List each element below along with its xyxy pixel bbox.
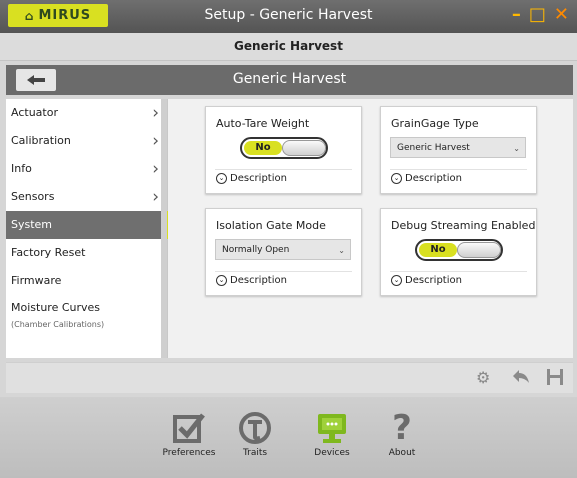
sidebar-item-sensors[interactable]: Sensors › [6, 183, 161, 211]
chevron-right-icon: › [152, 187, 159, 207]
sidebar-item-factory-reset[interactable]: Factory Reset [6, 239, 161, 267]
card-title: Debug Streaming Enabled [391, 219, 536, 232]
sidebar-item-system[interactable]: System [6, 211, 172, 239]
close-icon[interactable]: ✕ [554, 2, 569, 28]
chevron-down-icon: ⌄ [216, 173, 227, 184]
auto-tare-toggle[interactable]: No [240, 137, 328, 159]
description-toggle[interactable]: ⌄ Description [216, 275, 287, 286]
divider [390, 271, 527, 272]
save-icon[interactable] [546, 368, 564, 390]
select-value: Normally Open [222, 245, 290, 255]
description-toggle[interactable]: ⌄ Description [391, 275, 462, 286]
divider [390, 169, 527, 170]
checkbox-icon [159, 410, 219, 445]
card-title: Auto-Tare Weight [216, 117, 310, 130]
chevron-right-icon: › [152, 159, 159, 179]
description-label: Description [230, 275, 287, 286]
tab-traits[interactable]: Traits [225, 410, 285, 472]
debug-streaming-card: Debug Streaming Enabled No ⌄ Description [380, 208, 537, 296]
page-subtitle: Generic Harvest [0, 33, 577, 61]
tab-preferences[interactable]: Preferences [159, 410, 219, 472]
sidebar-item-label: Firmware [11, 274, 62, 287]
settings-panel: Auto-Tare Weight No ⌄ Description GrainG… [168, 99, 573, 358]
tab-label: Devices [314, 448, 350, 458]
maximize-icon[interactable]: □ [529, 2, 546, 28]
chevron-right-icon: › [152, 131, 159, 151]
undo-icon[interactable] [512, 368, 530, 388]
description-label: Description [405, 173, 462, 184]
minimize-icon[interactable]: – [512, 2, 521, 28]
tab-devices[interactable]: Devices [302, 410, 362, 472]
tab-label: Preferences [162, 448, 216, 458]
description-toggle[interactable]: ⌄ Description [216, 173, 287, 184]
auto-tare-card: Auto-Tare Weight No ⌄ Description [205, 106, 362, 194]
monitor-icon [302, 410, 362, 445]
debug-streaming-toggle[interactable]: No [415, 239, 503, 261]
nav-title: Generic Harvest [232, 71, 347, 87]
sidebar-item-info[interactable]: Info › [6, 155, 161, 183]
sidebar: Actuator › Calibration › Info › Sensors … [6, 99, 172, 358]
chevron-right-icon: › [152, 103, 159, 123]
title-bar: ⌂ MIRUS Setup - Generic Harvest – □ ✕ [0, 0, 577, 33]
card-title: GrainGage Type [391, 117, 479, 130]
navigation-bar: Generic Harvest [6, 65, 573, 95]
question-icon: ? [392, 407, 412, 448]
window-title: Setup - Generic Harvest [204, 7, 373, 23]
sidebar-item-label: Moisture Curves [11, 301, 101, 314]
chevron-down-icon: ⌄ [391, 173, 402, 184]
graingage-type-select[interactable]: Generic Harvest ⌄ [390, 137, 526, 158]
isolation-gate-select[interactable]: Normally Open ⌄ [215, 239, 351, 260]
sidebar-item-calibration[interactable]: Calibration › [6, 127, 161, 155]
card-title: Isolation Gate Mode [216, 219, 326, 232]
chevron-down-icon: ⌄ [216, 275, 227, 286]
tab-about[interactable]: ? About [372, 407, 432, 472]
action-toolbar: ⚙ [6, 362, 573, 393]
toggle-state: No [244, 141, 282, 155]
window-controls: – □ ✕ [512, 2, 569, 28]
traits-icon [225, 410, 285, 445]
divider [215, 169, 352, 170]
gear-icon[interactable]: ⚙ [476, 368, 490, 387]
isolation-gate-card: Isolation Gate Mode Normally Open ⌄ ⌄ De… [205, 208, 362, 296]
sidebar-item-label: Factory Reset [11, 246, 86, 259]
sidebar-item-moisture-curves[interactable]: Moisture Curves (Chamber Calibrations) [6, 295, 156, 343]
chevron-down-icon: ⌄ [391, 275, 402, 286]
sidebar-item-firmware[interactable]: Firmware [6, 267, 161, 295]
description-label: Description [230, 173, 287, 184]
sidebar-item-label: Calibration [11, 134, 71, 147]
description-label: Description [405, 275, 462, 286]
sidebar-item-label: Info [11, 162, 32, 175]
toggle-knob [282, 140, 326, 156]
sidebar-scrollbar[interactable] [161, 99, 167, 358]
sidebar-item-sublabel: (Chamber Calibrations) [11, 320, 105, 329]
toggle-knob [457, 242, 501, 258]
sidebar-item-label: System [11, 218, 53, 231]
tab-label: Traits [242, 448, 268, 458]
sidebar-item-label: Actuator [11, 106, 58, 119]
bottom-tab-bar: Preferences Traits Devices ? About [0, 397, 577, 478]
sidebar-item-actuator[interactable]: Actuator › [6, 99, 161, 127]
divider [215, 271, 352, 272]
graingage-type-card: GrainGage Type Generic Harvest ⌄ ⌄ Descr… [380, 106, 537, 194]
tab-label: About [388, 448, 416, 458]
chevron-down-icon: ⌄ [338, 246, 345, 255]
select-value: Generic Harvest [397, 143, 470, 153]
toggle-state: No [419, 243, 457, 257]
description-toggle[interactable]: ⌄ Description [391, 173, 462, 184]
sidebar-item-label: Sensors [11, 190, 55, 203]
chevron-down-icon: ⌄ [513, 144, 520, 153]
